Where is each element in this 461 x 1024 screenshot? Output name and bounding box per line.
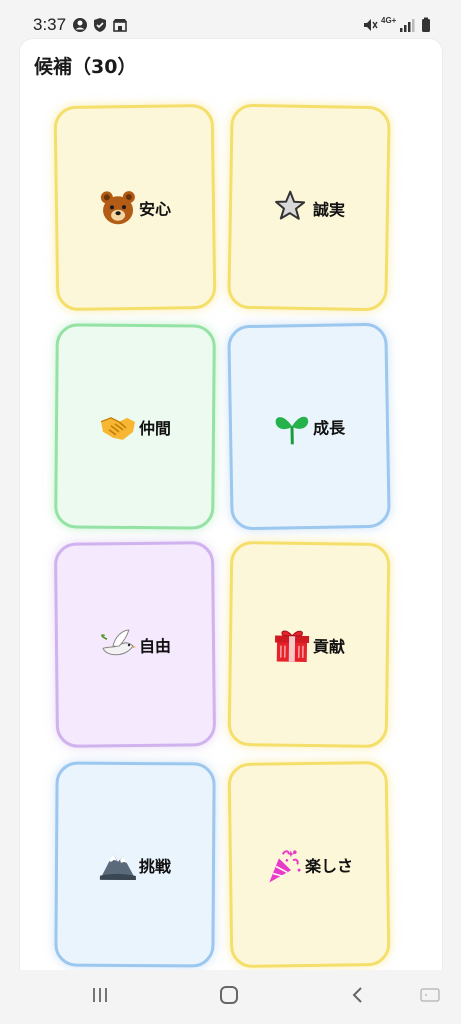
card-content: 仲間	[99, 407, 171, 446]
back-button[interactable]	[344, 984, 372, 1010]
card-label: 仲間	[138, 418, 172, 438]
recents-button[interactable]	[86, 984, 114, 1010]
recents-icon	[90, 985, 110, 1009]
card-label: 挑戦	[138, 856, 172, 876]
card-label: 楽しさ	[304, 855, 354, 876]
status-time: 3:37	[33, 15, 67, 34]
battery-icon	[418, 17, 434, 33]
panel-title: 候補（30）	[34, 56, 137, 78]
value-card-tanoshisa[interactable]: 楽しさ	[227, 760, 391, 969]
cell-signal-icon	[399, 17, 415, 33]
value-card-jiyu[interactable]: 自由	[53, 541, 217, 748]
card-label: 安心	[138, 198, 172, 219]
home-icon	[218, 984, 240, 1010]
network-type-label: 4G+	[381, 16, 397, 25]
dove-icon	[99, 625, 137, 663]
party-popper-icon	[265, 846, 304, 885]
seedling-icon	[273, 407, 312, 446]
card-label: 誠実	[312, 199, 346, 220]
gift-icon	[273, 625, 312, 664]
shield-check-icon	[92, 17, 108, 33]
mute-icon	[362, 17, 378, 33]
card-content: 自由	[99, 625, 171, 664]
home-button[interactable]	[215, 984, 243, 1010]
card-content: 挑戦	[99, 845, 171, 884]
card-content: 貢献	[273, 625, 346, 664]
store-icon	[112, 17, 128, 33]
value-card-chosen[interactable]: 挑戦	[54, 761, 216, 968]
handshake-icon	[99, 407, 137, 445]
value-card-koken[interactable]: 貢献	[227, 540, 391, 749]
card-label: 貢献	[312, 636, 346, 657]
keyboard-button[interactable]	[416, 984, 444, 1010]
card-label: 成長	[312, 417, 346, 438]
mountain-icon	[99, 845, 137, 883]
star-icon	[273, 188, 312, 227]
card-content: 安心	[99, 188, 172, 227]
keyboard-icon	[419, 986, 441, 1008]
status-bar: 3:37 4G+	[0, 0, 461, 40]
back-icon	[348, 985, 368, 1009]
card-content: 誠実	[273, 188, 346, 227]
navigation-bar	[0, 970, 461, 1024]
card-label: 自由	[138, 636, 172, 656]
card-content: 成長	[273, 407, 346, 446]
bear-icon	[99, 188, 138, 227]
account-circle-icon	[72, 17, 88, 33]
card-content: 楽しさ	[265, 845, 354, 884]
value-card-seicho[interactable]: 成長	[227, 322, 391, 531]
value-card-nakama[interactable]: 仲間	[54, 323, 216, 530]
value-card-anshin[interactable]: 安心	[53, 103, 217, 312]
value-card-seijitsu[interactable]: 誠実	[227, 103, 391, 312]
